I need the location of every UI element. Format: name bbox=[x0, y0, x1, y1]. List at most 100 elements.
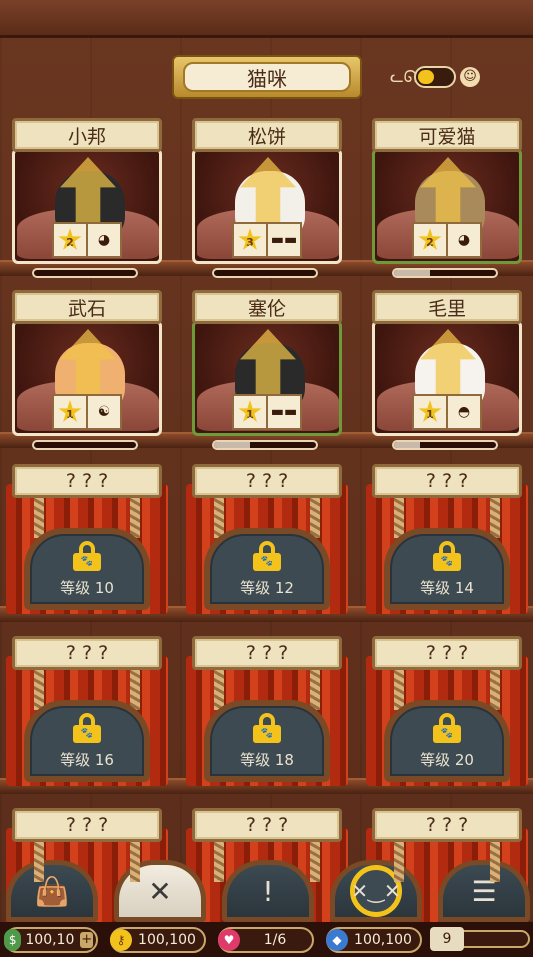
progress-fill bbox=[394, 270, 430, 276]
star-icon: 1 bbox=[58, 400, 82, 422]
padlock-icon: 🐾 bbox=[433, 540, 461, 571]
locked-name: ? ? ? bbox=[192, 464, 342, 498]
locked-name: ? ? ? bbox=[372, 464, 522, 498]
star-rating: 2 bbox=[414, 224, 446, 256]
progress-fill bbox=[214, 442, 250, 448]
keys-counter: ⚷ 100,100 bbox=[110, 927, 206, 953]
sleepy-face-icon: ◕ bbox=[86, 224, 120, 256]
rope bbox=[394, 492, 404, 538]
locked-slot: ? ? ? 🐾 等级 18 bbox=[186, 636, 348, 786]
rope bbox=[310, 664, 320, 710]
rope bbox=[394, 836, 404, 882]
rope bbox=[214, 664, 224, 710]
checklist-button[interactable]: ☰ bbox=[438, 860, 530, 922]
star-icon: 2 bbox=[418, 228, 442, 250]
locked-name: ? ? ? bbox=[192, 636, 342, 670]
locked-name: ? ? ? bbox=[372, 808, 522, 842]
close-icon: ✕ bbox=[148, 874, 172, 908]
lock-board: 🐾 等级 16 bbox=[24, 700, 150, 782]
locked-slot: ? ? ? 🐾 等级 20 bbox=[366, 636, 528, 786]
cat-slot[interactable]: 松饼 3 ▬▬ bbox=[192, 118, 342, 280]
bowl-icon: ◓ bbox=[446, 396, 480, 428]
padlock-icon: 🐾 bbox=[253, 540, 281, 571]
padlock-icon: 🐾 bbox=[253, 712, 281, 743]
cat-slot[interactable]: 可爱猫 2 ◕ bbox=[372, 118, 522, 280]
lock-board: 🐾 等级 20 bbox=[384, 700, 510, 782]
locked-name: ? ? ? bbox=[12, 636, 162, 670]
sunglasses-icon: ▬▬ bbox=[266, 396, 300, 428]
top-trim bbox=[0, 0, 533, 38]
star-rating: 1 bbox=[414, 396, 446, 428]
rope bbox=[310, 836, 320, 882]
padlock-icon: 🐾 bbox=[433, 712, 461, 743]
shopping-bag-button[interactable]: 👜 bbox=[6, 860, 98, 922]
star-rating: 3 bbox=[234, 224, 266, 256]
cat-badges: 1 ◓ bbox=[412, 394, 482, 430]
rope bbox=[490, 664, 500, 710]
unlock-level-label: 等级 16 bbox=[60, 750, 114, 769]
cat-name: 毛里 bbox=[372, 290, 522, 324]
rope bbox=[490, 836, 500, 882]
cat-progress-bar bbox=[392, 440, 498, 450]
unlock-level-label: 等级 12 bbox=[240, 578, 294, 597]
star-icon: 1 bbox=[238, 400, 262, 422]
locked-slot: ? ? ? 🐾 等级 10 bbox=[6, 464, 168, 614]
alert-bowl-icon: ! bbox=[262, 874, 274, 908]
cat-name: 松饼 bbox=[192, 118, 342, 152]
padlock-icon: 🐾 bbox=[73, 712, 101, 743]
cat-slot[interactable]: 毛里 1 ◓ bbox=[372, 290, 522, 452]
toggle-knob bbox=[418, 70, 434, 84]
cat-slot[interactable]: 塞伦 1 ▬▬ bbox=[192, 290, 342, 452]
cat-sofa-button[interactable]: ✕‿✕ bbox=[330, 860, 422, 922]
page-title: 猫咪 bbox=[183, 62, 351, 92]
rope bbox=[214, 492, 224, 538]
star-icon: 3 bbox=[238, 228, 262, 250]
cat-slot[interactable]: 武石 1 ☯ bbox=[12, 290, 162, 452]
toggle-switch[interactable] bbox=[414, 66, 456, 88]
view-toggle[interactable]: ᓚᘏ ☺ bbox=[390, 64, 485, 90]
rope bbox=[34, 492, 44, 538]
rope bbox=[394, 664, 404, 710]
cash-icon: $ bbox=[4, 929, 22, 951]
cash-counter[interactable]: $ 100,10 + bbox=[4, 927, 98, 953]
cat-slot[interactable]: 小邦 2 ◕ bbox=[12, 118, 162, 280]
cat-progress-bar bbox=[32, 440, 138, 450]
rope bbox=[130, 492, 140, 538]
unlock-level-label: 等级 18 bbox=[240, 750, 294, 769]
rope bbox=[310, 492, 320, 538]
cat-badges: 2 ◕ bbox=[412, 222, 482, 258]
unlock-level-label: 等级 20 bbox=[420, 750, 474, 769]
cat-name: 可爱猫 bbox=[372, 118, 522, 152]
heart-icon: ♥ bbox=[218, 929, 240, 951]
hearts-value: 1/6 bbox=[263, 932, 287, 948]
gems-counter: ◆ 100,100 bbox=[326, 927, 422, 953]
locked-name: ? ? ? bbox=[12, 464, 162, 498]
rope bbox=[130, 836, 140, 882]
rope bbox=[34, 836, 44, 882]
cat-progress-bar bbox=[212, 268, 318, 278]
cat-progress-bar bbox=[212, 440, 318, 450]
lock-board: 🐾 等级 18 bbox=[204, 700, 330, 782]
star-rating: 1 bbox=[54, 396, 86, 428]
star-rating: 2 bbox=[54, 224, 86, 256]
locked-name: ? ? ? bbox=[192, 808, 342, 842]
unlock-level-label: 等级 14 bbox=[420, 578, 474, 597]
cash-value: 100,10 bbox=[25, 932, 75, 948]
gem-icon: ◆ bbox=[326, 929, 348, 951]
keys-value: 100,100 bbox=[138, 932, 196, 948]
close-button[interactable]: ✕ bbox=[114, 860, 206, 922]
locked-slot: ? ? ? 🐾 等级 14 bbox=[366, 464, 528, 614]
alert-bowl-button[interactable]: ! bbox=[222, 860, 314, 922]
title-plaque: 猫咪 bbox=[172, 55, 362, 99]
progress-fill bbox=[394, 442, 420, 448]
add-cash-button[interactable]: + bbox=[80, 932, 93, 948]
cat-progress-bar bbox=[392, 268, 498, 278]
locked-name: ? ? ? bbox=[372, 636, 522, 670]
hearts-counter: ♥ 1/6 bbox=[218, 927, 314, 953]
locked-name: ? ? ? bbox=[12, 808, 162, 842]
cat-name: 武石 bbox=[12, 290, 162, 324]
bottom-toolbar: 👜 ✕! ✕‿✕ ☰ bbox=[0, 858, 533, 922]
rope bbox=[214, 836, 224, 882]
lock-board: 🐾 等级 12 bbox=[204, 528, 330, 610]
cat-face-icon: ᓚᘏ bbox=[390, 67, 417, 86]
